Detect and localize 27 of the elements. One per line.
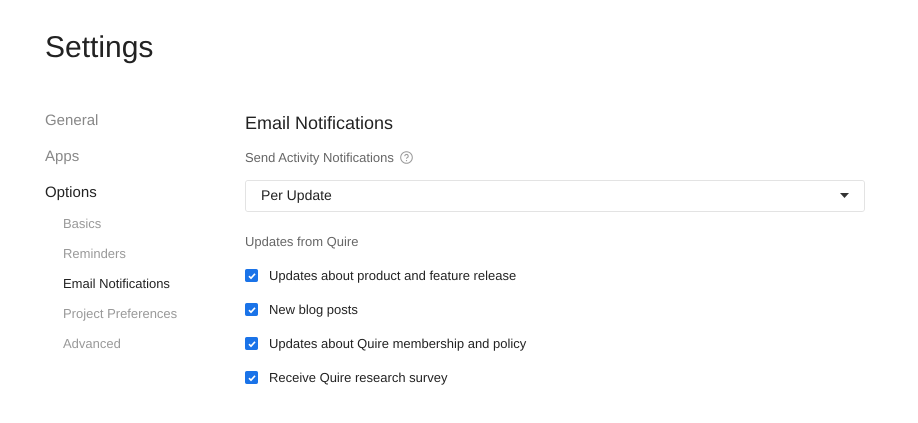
page-title: Settings <box>45 30 154 66</box>
sidebar-subitem[interactable]: Email Notifications <box>63 276 170 292</box>
checkbox[interactable] <box>245 269 258 282</box>
check-icon <box>246 338 256 348</box>
checkbox-label: Updates about Quire membership and policy <box>269 335 526 352</box>
sidebar-subitem[interactable]: Basics <box>63 216 102 232</box>
field-label: Updates from Quire <box>245 232 358 251</box>
checkbox[interactable] <box>245 303 258 316</box>
sidebar-item[interactable]: Options <box>45 184 97 202</box>
sidebar-item[interactable]: Apps <box>45 148 80 166</box>
caret-icon <box>840 193 849 198</box>
checkbox-label: New blog posts <box>269 301 358 318</box>
checkbox-label: Updates about product and feature release <box>269 267 516 284</box>
sidebar-item[interactable]: General <box>45 112 98 130</box>
sidebar-subitem[interactable]: Project Preferences <box>63 306 178 322</box>
check-icon <box>246 304 256 314</box>
section-title: Email Notifications <box>245 112 394 134</box>
sidebar-subitem[interactable]: Advanced <box>63 336 121 352</box>
check-icon <box>246 372 256 382</box>
notification-select[interactable]: Per Update <box>245 180 865 212</box>
sidebar-subitem[interactable]: Reminders <box>63 246 126 262</box>
check-icon <box>246 270 256 280</box>
checkbox[interactable] <box>245 371 258 384</box>
checkbox-label: Receive Quire research survey <box>269 369 448 386</box>
field-label: Send Activity Notifications <box>245 149 394 167</box>
checkbox[interactable] <box>245 337 258 350</box>
help-icon[interactable] <box>400 151 413 164</box>
